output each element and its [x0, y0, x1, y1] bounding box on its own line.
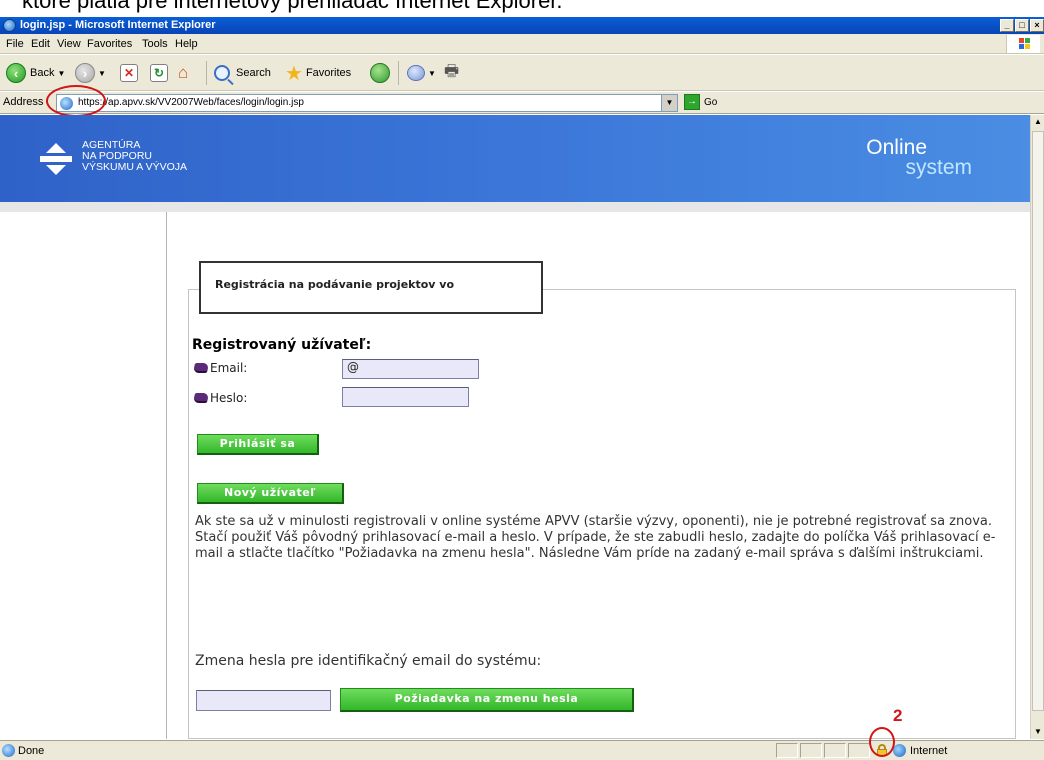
back-button[interactable]: ‹ Back ▼: [6, 62, 65, 84]
login-button[interactable]: Prihlásiť sa: [197, 434, 319, 455]
mail-icon: [407, 65, 425, 81]
stop-icon: ✕: [120, 64, 138, 82]
address-url: https://ap.apvv.sk/VV2007Web/faces/login…: [78, 97, 304, 108]
favorites-label: Favorites: [305, 67, 352, 79]
status-pane: [776, 743, 798, 758]
scroll-down-icon[interactable]: ▼: [1031, 725, 1044, 739]
info-text: Ak ste sa už v minulosti registrovali v …: [195, 514, 996, 561]
stop-button[interactable]: ✕: [120, 62, 138, 84]
mail-button[interactable]: ▼: [407, 62, 436, 84]
agency-line-3: VÝSKUMU A VÝVOJA: [82, 161, 188, 173]
status-pane: [848, 743, 870, 758]
banner-divider: [0, 202, 1030, 212]
menu-favorites[interactable]: Favorites: [87, 38, 132, 50]
annotation-circle-1: [46, 85, 106, 117]
online-subtitle: system: [905, 156, 972, 179]
back-dropdown-icon[interactable]: ▼: [57, 69, 65, 78]
search-icon: [214, 65, 230, 81]
password-label: Heslo:: [210, 391, 248, 405]
registration-tab: Registrácia na podávanie projektov vo: [199, 261, 543, 314]
go-button[interactable]: → Go: [684, 94, 717, 110]
home-button[interactable]: ⌂: [178, 62, 188, 84]
history-icon: [370, 63, 390, 83]
annotation-circle-2: [869, 727, 895, 757]
mail-dropdown-icon[interactable]: ▼: [428, 69, 436, 78]
status-pane: [800, 743, 822, 758]
email-label: Email:: [210, 361, 248, 375]
refresh-button[interactable]: ↻: [150, 62, 168, 84]
home-icon: ⌂: [178, 63, 189, 82]
toolbar-separator: [206, 61, 207, 85]
book-icon: [192, 393, 210, 403]
status-text: Done: [18, 745, 45, 757]
forward-button[interactable]: › ▼: [75, 62, 106, 84]
menu-bar: File Edit View Favorites Tools Help: [0, 34, 1044, 54]
address-input[interactable]: https://ap.apvv.sk/VV2007Web/faces/login…: [56, 94, 678, 112]
email-row: Email:: [192, 361, 248, 375]
go-arrow-icon: →: [684, 94, 700, 110]
book-icon: [192, 363, 210, 373]
window-controls: _ □ ×: [1000, 19, 1044, 32]
go-label: Go: [704, 96, 718, 108]
annotation-number-2: 2: [893, 706, 903, 725]
close-button[interactable]: ×: [1030, 19, 1044, 32]
history-button[interactable]: [370, 62, 390, 84]
forward-dropdown-icon[interactable]: ▼: [98, 69, 106, 78]
ie-logo-icon: [3, 19, 16, 32]
password-change-label: Zmena hesla pre identifikačný email do s…: [195, 653, 542, 669]
print-button[interactable]: 🖶: [444, 62, 459, 84]
scroll-up-icon[interactable]: ▲: [1031, 115, 1044, 129]
windows-flag-icon: [1006, 35, 1040, 53]
menu-tools[interactable]: Tools: [142, 38, 168, 50]
search-button[interactable]: Search: [214, 62, 271, 84]
agency-name: AGENTÚRA NA PODPORU VÝSKUMU A VÝVOJA: [82, 140, 187, 173]
address-bar: Address https://ap.apvv.sk/VV2007Web/fac…: [0, 92, 1044, 114]
window-title: login.jsp - Microsoft Internet Explorer: [20, 19, 216, 31]
menu-edit[interactable]: Edit: [31, 38, 50, 50]
password-change-button[interactable]: Požiadavka na zmenu hesla: [340, 688, 634, 712]
scroll-thumb[interactable]: [1032, 131, 1044, 711]
menu-help[interactable]: Help: [175, 38, 198, 50]
back-label: Back: [30, 67, 55, 79]
password-row: Heslo:: [192, 391, 248, 405]
agency-logo-icon: [40, 143, 72, 175]
favorites-button[interactable]: ★ Favorites: [285, 62, 352, 85]
new-user-button[interactable]: Nový užívateľ: [197, 483, 344, 504]
menu-file[interactable]: File: [6, 38, 24, 50]
address-dropdown-icon[interactable]: ▼: [661, 95, 677, 111]
email-input[interactable]: @: [342, 359, 479, 379]
refresh-icon: ↻: [150, 64, 168, 82]
forward-arrow-icon: ›: [75, 63, 95, 83]
toolbar-separator: [398, 61, 399, 85]
security-zone-label: Internet: [910, 745, 948, 757]
left-sidebar: [0, 212, 167, 739]
status-pane: [824, 743, 846, 758]
vertical-scrollbar[interactable]: ▲ ▼: [1030, 115, 1044, 739]
document-caption: ktoré platia pre internetový prehliadač …: [22, 0, 563, 13]
password-input[interactable]: [342, 387, 469, 407]
menu-view[interactable]: View: [57, 38, 81, 50]
site-banner: AGENTÚRA NA PODPORU VÝSKUMU A VÝVOJA Onl…: [0, 115, 1030, 202]
maximize-button[interactable]: □: [1015, 19, 1029, 32]
registration-tab-title: Registrácia na podávanie projektov vo: [215, 278, 455, 291]
internet-zone-icon: [893, 744, 906, 757]
print-icon: 🖶: [444, 62, 460, 80]
standard-toolbar: ‹ Back ▼ › ▼ ✕ ↻ ⌂ Search ★ Favorites ▼ …: [0, 55, 1044, 91]
window-titlebar: login.jsp - Microsoft Internet Explorer …: [0, 17, 1044, 34]
change-email-input[interactable]: [196, 690, 331, 711]
minimize-button[interactable]: _: [1000, 19, 1014, 32]
back-arrow-icon: ‹: [6, 63, 26, 83]
section-heading: Registrovaný užívateľ:: [192, 337, 372, 353]
page-done-icon: [2, 744, 15, 757]
search-label: Search: [236, 67, 271, 79]
favorites-star-icon: ★: [285, 62, 303, 85]
address-label: Address: [3, 96, 44, 108]
